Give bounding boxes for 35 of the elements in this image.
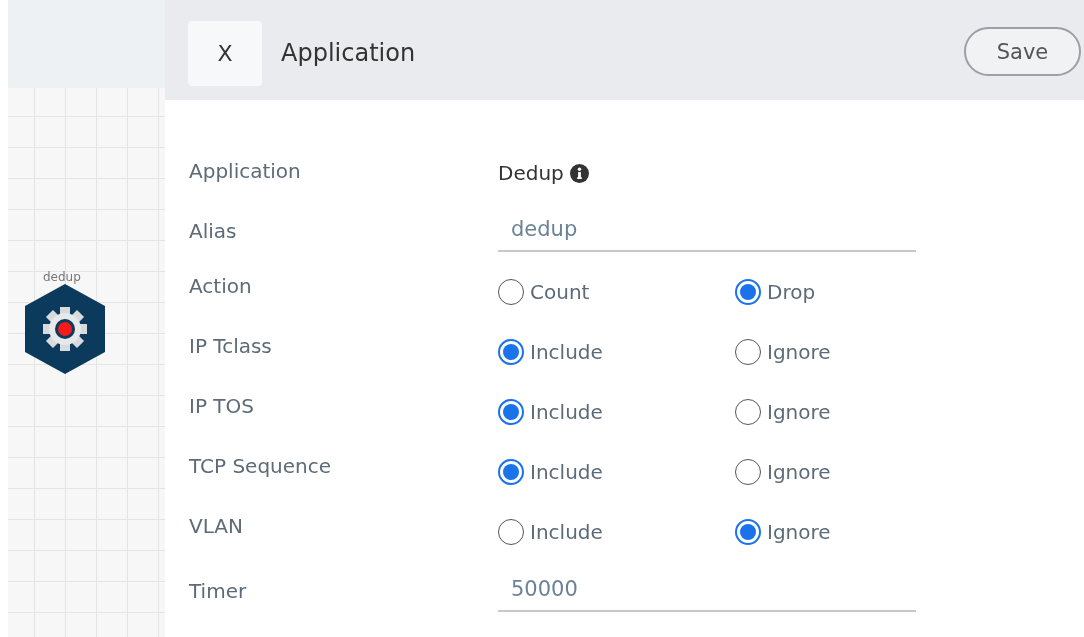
close-button[interactable]: X — [188, 20, 262, 86]
save-button[interactable]: Save — [964, 27, 1081, 76]
field-label: TCP Sequence — [189, 454, 332, 478]
radio-option[interactable]: Ignore — [735, 399, 831, 425]
radio-option[interactable]: Include — [498, 519, 603, 545]
radio-icon[interactable] — [735, 459, 761, 485]
radio-option[interactable]: Include — [498, 399, 603, 425]
application-name: Dedup — [498, 161, 564, 185]
gear-node-icon[interactable] — [24, 284, 106, 374]
field-label: VLAN — [189, 514, 243, 538]
radio-icon[interactable] — [498, 399, 524, 425]
radio-icon[interactable] — [498, 339, 524, 365]
radio-icon[interactable] — [498, 459, 524, 485]
radio-option[interactable]: Drop — [735, 279, 816, 305]
field-label: Timer — [189, 579, 247, 603]
radio-icon[interactable] — [735, 519, 761, 545]
field-label: IP Tclass — [189, 334, 272, 358]
radio-icon[interactable] — [498, 519, 524, 545]
radio-option[interactable]: Count — [498, 279, 590, 305]
radio-option[interactable]: Include — [498, 459, 603, 485]
field-label: Alias — [189, 219, 237, 243]
info-icon[interactable] — [569, 163, 589, 183]
radio-option[interactable]: Ignore — [735, 339, 831, 365]
radio-icon[interactable] — [735, 279, 761, 305]
radio-option[interactable]: Ignore — [735, 459, 831, 485]
field-label: IP TOS — [189, 394, 254, 418]
field-label: Application — [189, 159, 301, 183]
radio-option[interactable]: Include — [498, 339, 603, 365]
panel-title: Application — [281, 39, 417, 67]
radio-option[interactable]: Ignore — [735, 519, 831, 545]
radio-icon[interactable] — [735, 399, 761, 425]
node-label: dedup — [43, 270, 81, 284]
radio-icon[interactable] — [498, 279, 524, 305]
field-label: Action — [189, 274, 252, 298]
radio-icon[interactable] — [735, 339, 761, 365]
